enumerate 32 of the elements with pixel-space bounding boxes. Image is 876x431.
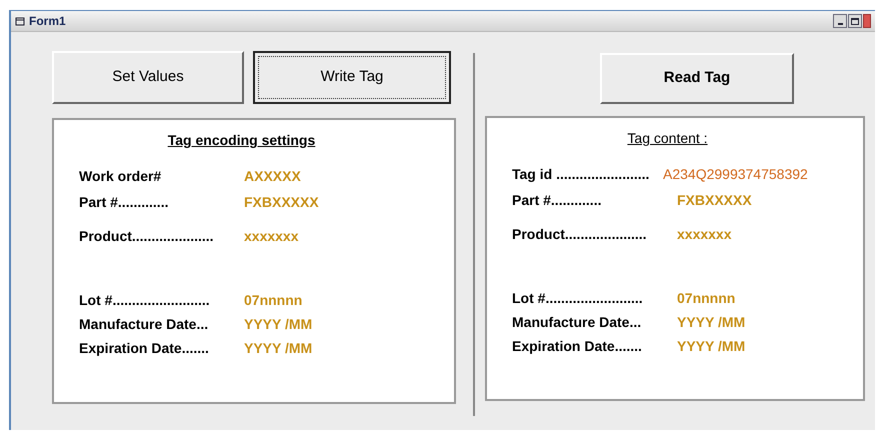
field-value: FXBXXXXX — [244, 193, 319, 212]
form-button[interactable]: Write Tag — [253, 51, 451, 104]
field-label: Part #............. — [512, 191, 602, 210]
field-label: Manufacture Date... — [79, 315, 210, 334]
form-button[interactable]: Read Tag — [600, 53, 794, 104]
field-value: FXBXXXXX — [677, 191, 752, 210]
window-title: Form1 — [29, 13, 66, 30]
field-label: Lot #......................... — [512, 289, 644, 308]
field-value: xxxxxxx — [677, 225, 732, 244]
field-value: AXXXXX — [244, 167, 301, 186]
field-label: Expiration Date....... — [79, 339, 210, 358]
field-label: Product..................... — [512, 225, 648, 244]
field-label: Part #............. — [79, 193, 170, 212]
field-label: Lot #......................... — [79, 291, 211, 310]
field-value: A234Q2999374758392 — [663, 165, 808, 184]
field-value: YYYY /MM — [677, 337, 746, 356]
field-label: Work order# — [79, 167, 162, 186]
field-label: Manufacture Date... — [512, 313, 642, 332]
field-value: xxxxxxx — [244, 227, 299, 246]
minimize-button[interactable] — [833, 14, 847, 28]
field-value: 07nnnnn — [244, 291, 302, 310]
field-value: 07nnnnn — [677, 289, 736, 308]
field-value: YYYY /MM — [244, 315, 312, 334]
form-button[interactable]: Set Values — [52, 51, 244, 104]
maximize-button[interactable] — [848, 14, 862, 28]
field-label: Expiration Date....... — [512, 337, 643, 356]
field-label: Product..................... — [79, 227, 215, 246]
window-icon — [15, 16, 25, 26]
panel-title: Tag content : — [627, 129, 708, 148]
panel-title: Tag encoding settings — [168, 131, 316, 150]
field-value: YYYY /MM — [244, 339, 312, 358]
field-value: YYYY /MM — [677, 313, 746, 332]
